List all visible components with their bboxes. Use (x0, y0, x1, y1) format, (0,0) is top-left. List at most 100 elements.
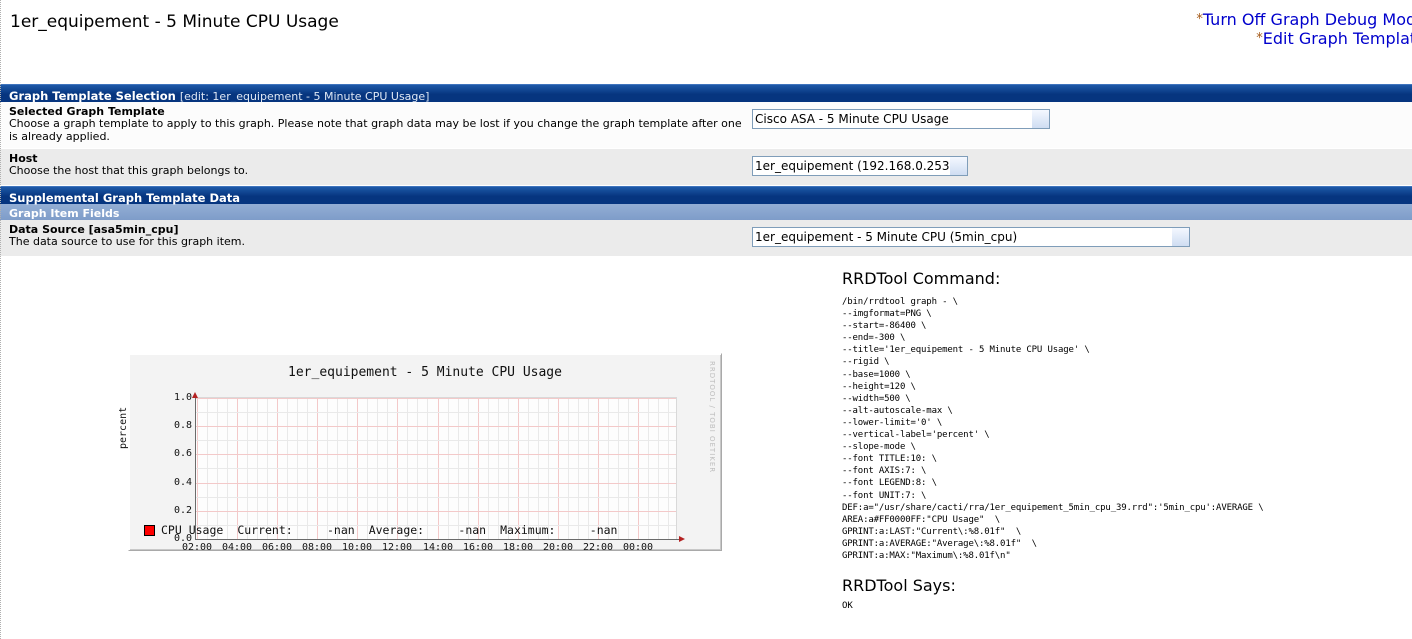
field-row-selected-graph-template: Selected Graph Template Choose a graph t… (0, 102, 1412, 149)
x-tick-label: 04:00 (221, 542, 253, 553)
grid-line-horizontal (195, 483, 676, 484)
x-tick-label: 16:00 (462, 542, 494, 553)
supplemental-graph-template-data-header: Supplemental Graph Template Data (0, 186, 1412, 205)
header-action-links: *Turn Off Graph Debug Mode *Edit Graph T… (1196, 10, 1412, 48)
graph-template-select[interactable]: Cisco ASA - 5 Minute CPU Usage (752, 109, 1050, 129)
rrdtool-watermark: RRDTOOL / TOBI OETIKER (708, 361, 716, 474)
rrdtool-says-text: OK (842, 601, 853, 612)
x-tick-label: 00:00 (622, 542, 654, 553)
legend-current-value: -nan (327, 523, 355, 537)
y-tick-label: 0.4 (173, 477, 192, 488)
graph-legend: CPU Usage Current: -nan Average: -nan Ma… (144, 523, 617, 537)
legend-current-label: Current: (237, 523, 293, 537)
grid-line-horizontal-minor (195, 440, 676, 441)
rrdtool-command-heading: RRDTool Command: (842, 269, 1001, 288)
graph-y-axis (195, 397, 196, 539)
grid-line-vertical-minor (427, 398, 428, 540)
grid-line-vertical-minor (327, 398, 328, 540)
data-source-control: 1er_equipement - 5 Minute CPU (5min_cpu) (752, 223, 1190, 247)
grid-line-vertical-minor (658, 398, 659, 540)
x-tick-label: 14:00 (422, 542, 454, 553)
data-source-select[interactable]: 1er_equipement - 5 Minute CPU (5min_cpu) (752, 227, 1190, 247)
grid-line-vertical (357, 398, 358, 540)
field-row-data-source: Data Source [asa5min_cpu] The data sourc… (0, 220, 1412, 257)
grid-line-vertical-minor (548, 398, 549, 540)
grid-line-vertical-minor (297, 398, 298, 540)
graph-x-axis (195, 539, 680, 540)
rrdtool-section: RRDTool Command: /bin/rrdtool graph - \ … (842, 269, 1402, 611)
grid-line-vertical-minor (247, 398, 248, 540)
grid-line-horizontal-minor (195, 412, 676, 413)
grid-line-horizontal-minor (195, 497, 676, 498)
lower-content: 1er_equipement - 5 Minute CPU Usage 1.0 0… (0, 257, 1412, 637)
grid-line-vertical-minor (458, 398, 459, 540)
host-help: Choose the host that this graph belongs … (9, 164, 249, 177)
grid-line-vertical (317, 398, 318, 540)
grid-line-vertical-minor (217, 398, 218, 540)
grid-line-vertical-minor (287, 398, 288, 540)
grid-line-vertical-minor (588, 398, 589, 540)
grid-line-vertical-minor (267, 398, 268, 540)
graph-item-fields-title: Graph Item Fields (9, 207, 120, 220)
selected-graph-template-description: Selected Graph Template Choose a graph t… (0, 105, 752, 143)
graph-template-select-wrap: Cisco ASA - 5 Minute CPU Usage (752, 109, 1050, 129)
legend-average-value: -nan (458, 523, 487, 537)
grid-line-vertical-minor (337, 398, 338, 540)
graph-image[interactable]: 1er_equipement - 5 Minute CPU Usage 1.0 0… (118, 353, 722, 553)
graph-template-selection-subtitle: [edit: 1er_equipement - 5 Minute CPU Usa… (179, 90, 430, 103)
grid-line-horizontal-minor (195, 468, 676, 469)
host-select[interactable]: 1er_equipement (192.168.0.253) (752, 156, 968, 176)
y-tick-label: 0.2 (173, 505, 192, 516)
rrdtool-command-text: /bin/rrdtool graph - \ --imgformat=PNG \… (842, 297, 1264, 561)
grid-line-vertical-minor (448, 398, 449, 540)
field-row-host: Host Choose the host that this graph bel… (0, 149, 1412, 186)
graph-template-selection-header: Graph Template Selection [edit: 1er_equi… (0, 84, 1412, 103)
page-header: 1er_equipement - 5 Minute CPU Usage *Tur… (0, 0, 1412, 84)
grid-line-vertical-minor (538, 398, 539, 540)
edit-graph-template-label: Edit Graph Template (1262, 29, 1412, 48)
selected-graph-template-control: Cisco ASA - 5 Minute CPU Usage (752, 105, 1050, 129)
x-tick-label: 18:00 (502, 542, 534, 553)
grid-line-vertical (558, 398, 559, 540)
grid-line-vertical-minor (417, 398, 418, 540)
grid-line-vertical-minor (347, 398, 348, 540)
grid-line-vertical-minor (628, 398, 629, 540)
turn-off-graph-debug-mode-link[interactable]: *Turn Off Graph Debug Mode (1196, 10, 1412, 29)
grid-line-vertical-minor (227, 398, 228, 540)
host-description: Host Choose the host that this graph bel… (0, 152, 752, 178)
y-tick-label: 1.0 (173, 392, 192, 403)
grid-line-vertical-minor (377, 398, 378, 540)
grid-line-vertical (518, 398, 519, 540)
grid-line-vertical-minor (608, 398, 609, 540)
data-source-description: Data Source [asa5min_cpu] The data sourc… (0, 223, 752, 249)
grid-line-horizontal (195, 454, 676, 455)
grid-line-vertical-minor (367, 398, 368, 540)
selected-graph-template-help: Choose a graph template to apply to this… (9, 117, 742, 143)
legend-maximum-label: Maximum: (500, 523, 556, 537)
grid-line-horizontal (195, 426, 676, 427)
x-tick-label: 08:00 (301, 542, 333, 553)
data-source-help: The data source to use for this graph it… (9, 235, 245, 248)
supplemental-graph-template-data-panel: Supplemental Graph Template Data Graph I… (0, 186, 1412, 257)
grid-line-vertical-minor (668, 398, 669, 540)
graph-y-axis-label: percent (118, 406, 129, 449)
graph-x-tick-labels: 02:00 04:00 06:00 08:00 10:00 12:00 14:00 16:00… (182, 542, 680, 556)
edit-graph-template-link[interactable]: *Edit Graph Template (1196, 29, 1412, 48)
y-axis-arrow-icon (192, 392, 198, 398)
grid-line-vertical (438, 398, 439, 540)
grid-line-vertical-minor (387, 398, 388, 540)
grid-line-vertical-minor (508, 398, 509, 540)
grid-line-vertical-minor (307, 398, 308, 540)
y-tick-label: 0.6 (173, 448, 192, 459)
grid-line-vertical-minor (488, 398, 489, 540)
grid-line-vertical-minor (498, 398, 499, 540)
grid-line-vertical (638, 398, 639, 540)
x-tick-label: 12:00 (381, 542, 413, 553)
legend-color-swatch-icon (144, 524, 155, 536)
grid-line-vertical-minor (207, 398, 208, 540)
y-tick-label: 0.8 (173, 420, 192, 431)
host-control: 1er_equipement (192.168.0.253) (752, 152, 968, 176)
grid-line-horizontal (195, 398, 676, 399)
grid-line-vertical-minor (528, 398, 529, 540)
grid-line-vertical (598, 398, 599, 540)
